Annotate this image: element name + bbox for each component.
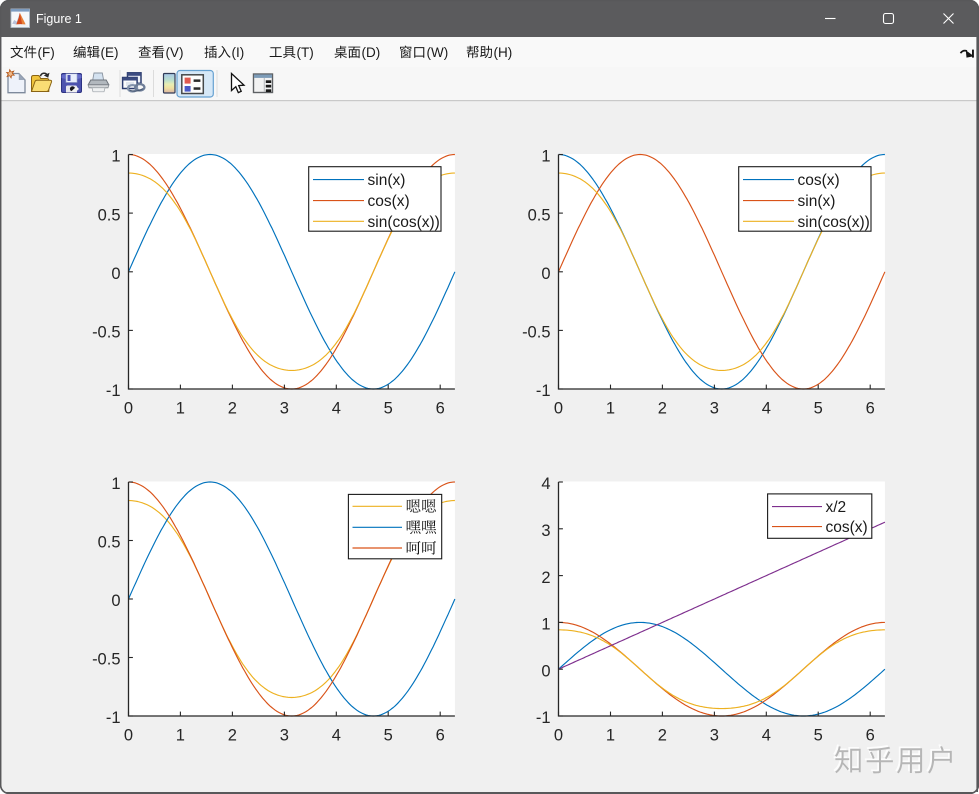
svg-text:0: 0	[111, 265, 120, 283]
svg-text:3: 3	[541, 522, 550, 540]
svg-text:2: 2	[228, 727, 237, 745]
svg-text:1: 1	[541, 148, 550, 166]
svg-text:5: 5	[814, 727, 823, 745]
svg-text:2: 2	[228, 400, 237, 418]
svg-text:(D): (D)	[362, 45, 381, 60]
svg-text:0: 0	[124, 727, 133, 745]
svg-text:3: 3	[710, 727, 719, 745]
svg-text:cos(x): cos(x)	[798, 172, 840, 189]
svg-text:(H): (H)	[494, 45, 513, 60]
svg-text:0.5: 0.5	[528, 206, 551, 224]
svg-text:-0.5: -0.5	[522, 324, 550, 342]
svg-text:4: 4	[762, 400, 771, 418]
svg-text:6: 6	[866, 400, 875, 418]
svg-text:sin(cos(x)): sin(cos(x))	[368, 214, 440, 231]
svg-text:5: 5	[814, 400, 823, 418]
svg-text:3: 3	[710, 400, 719, 418]
svg-text:2: 2	[658, 727, 667, 745]
svg-text:x/2: x/2	[826, 499, 847, 516]
svg-text:3: 3	[280, 727, 289, 745]
svg-text:4: 4	[332, 400, 341, 418]
svg-text:-1: -1	[536, 709, 551, 727]
svg-text:sin(x): sin(x)	[368, 172, 406, 189]
svg-text:2: 2	[541, 569, 550, 587]
svg-text:4: 4	[762, 727, 771, 745]
svg-text:5: 5	[384, 727, 393, 745]
svg-text:6: 6	[866, 727, 875, 745]
svg-text:0: 0	[124, 400, 133, 418]
svg-text:(W): (W)	[427, 45, 449, 60]
svg-text:4: 4	[332, 727, 341, 745]
svg-text:cos(x): cos(x)	[368, 193, 410, 210]
svg-text:0: 0	[554, 727, 563, 745]
svg-text:-0.5: -0.5	[92, 651, 120, 669]
svg-text:-1: -1	[536, 382, 551, 400]
svg-text:0: 0	[541, 265, 550, 283]
svg-text:sin(cos(x)): sin(cos(x))	[798, 214, 870, 231]
svg-text:0: 0	[554, 400, 563, 418]
svg-text:5: 5	[384, 400, 393, 418]
svg-text:4: 4	[541, 475, 550, 493]
svg-text:0.5: 0.5	[98, 534, 121, 552]
svg-text:-0.5: -0.5	[92, 324, 120, 342]
svg-text:1: 1	[176, 727, 185, 745]
svg-text:0: 0	[541, 662, 550, 680]
svg-text:0.5: 0.5	[98, 206, 121, 224]
svg-text:1: 1	[606, 727, 615, 745]
svg-text:sin(x): sin(x)	[798, 193, 836, 210]
svg-text:(E): (E)	[101, 45, 119, 60]
svg-text:Figure 1: Figure 1	[36, 12, 82, 26]
svg-text:(T): (T)	[297, 45, 314, 60]
svg-text:2: 2	[658, 400, 667, 418]
svg-text:(I): (I)	[232, 45, 245, 60]
svg-text:1: 1	[111, 148, 120, 166]
svg-text:1: 1	[176, 400, 185, 418]
svg-text:1: 1	[111, 475, 120, 493]
svg-text:-1: -1	[106, 382, 121, 400]
svg-text:(V): (V)	[166, 45, 184, 60]
svg-text:3: 3	[280, 400, 289, 418]
svg-text:6: 6	[436, 727, 445, 745]
svg-text:-1: -1	[106, 709, 121, 727]
svg-text:(F): (F)	[38, 45, 55, 60]
svg-text:0: 0	[111, 592, 120, 610]
svg-text:cos(x): cos(x)	[826, 519, 868, 536]
svg-text:6: 6	[436, 400, 445, 418]
svg-text:1: 1	[606, 400, 615, 418]
svg-text:1: 1	[541, 616, 550, 634]
